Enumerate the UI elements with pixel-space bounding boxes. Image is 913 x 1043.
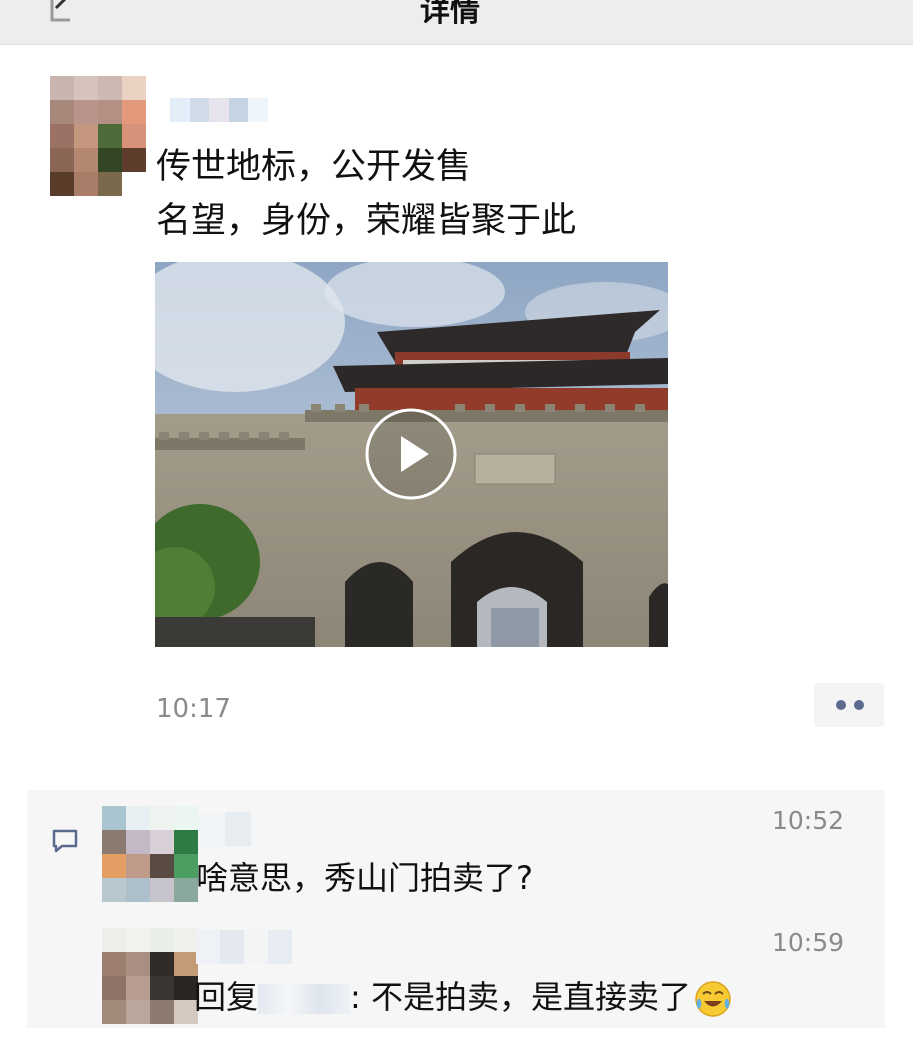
play-icon[interactable]	[367, 410, 455, 498]
post-line: 传世地标，公开发售	[156, 147, 472, 187]
comment-time: 10:59	[772, 928, 845, 957]
avatar[interactable]	[102, 928, 198, 1024]
more-dots-icon[interactable]	[814, 683, 884, 727]
reply-prefix: 回复	[194, 978, 259, 1016]
top-bar: 详情	[0, 0, 913, 45]
avatar[interactable]	[102, 806, 198, 902]
post-text: 传世地标，公开发售 名望，身份，荣耀皆聚于此	[156, 140, 576, 248]
author-name[interactable]	[170, 98, 268, 122]
avatar[interactable]	[50, 76, 146, 196]
video-thumbnail[interactable]	[155, 262, 668, 647]
comment-text: 啥意思，秀山门拍卖了?	[196, 859, 533, 897]
comment-time: 10:52	[772, 806, 845, 835]
laughing-tears-icon	[695, 981, 731, 1017]
page-title: 详情	[420, 0, 480, 29]
comment-text: 回复 : 不是拍卖，是直接卖了	[194, 972, 733, 1019]
post-line: 名望，身份，荣耀皆聚于此	[156, 201, 577, 241]
post-time: 10:17	[156, 694, 231, 724]
commenter-name[interactable]	[196, 930, 292, 964]
reply-target-name[interactable]	[258, 984, 351, 1014]
commenter-name[interactable]	[198, 812, 279, 846]
reply-text: : 不是拍卖，是直接卖了	[350, 978, 691, 1016]
comment-icon	[52, 829, 78, 853]
chevron-left-icon[interactable]	[42, 0, 76, 28]
